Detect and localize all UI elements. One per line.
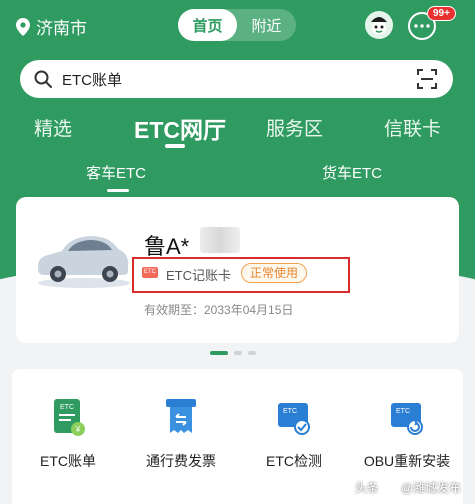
- tab-service-area[interactable]: 服务区: [266, 114, 323, 141]
- home-nearby-toggle: 首页 附近: [178, 9, 296, 41]
- service-label: OBU重新安装: [363, 453, 451, 469]
- tab-passenger-etc[interactable]: 客车ETC: [86, 162, 146, 183]
- service-obu-reinstall[interactable]: ETC OBU重新安装: [351, 397, 463, 471]
- plate-redaction: [200, 227, 240, 253]
- search-text: ETC账单: [62, 71, 123, 89]
- toll-invoice-icon: [166, 399, 196, 433]
- search-icon: [34, 70, 52, 88]
- location-pin-icon: [16, 17, 30, 36]
- status-badge: 正常使用: [241, 263, 308, 283]
- watermark-prefix: 头条: [354, 481, 379, 495]
- scan-icon[interactable]: [417, 69, 437, 89]
- etc-check-icon: ETC: [278, 403, 310, 435]
- vehicle-card[interactable]: 鲁A* ETC ETC记账卡 正常使用 有效期至：2033年04月15日: [16, 197, 459, 343]
- card-type: ETC记账卡: [166, 268, 232, 283]
- watermark: 头条 @潍城发布: [355, 479, 461, 496]
- obu-reinstall-icon: ETC: [391, 403, 423, 435]
- location-label: 济南市: [36, 19, 87, 38]
- svg-text:¥: ¥: [75, 425, 81, 434]
- svg-text:ETC: ETC: [396, 408, 410, 415]
- tab-featured[interactable]: 精选: [34, 114, 72, 141]
- main-tabs: 精选 ETC网厅 服务区 信联卡: [0, 108, 475, 148]
- carousel-pager: [210, 351, 262, 355]
- service-label: ETC账单: [40, 453, 96, 469]
- segment-home[interactable]: 首页: [178, 9, 237, 41]
- pager-dot: [248, 351, 256, 355]
- pager-dot-active: [210, 351, 228, 355]
- search-bar[interactable]: ETC账单: [20, 60, 453, 98]
- tab-truck-etc[interactable]: 货车ETC: [322, 162, 382, 183]
- service-label: ETC检测: [266, 453, 322, 469]
- watermark-author: @潍城发布: [400, 481, 461, 495]
- message-count-badge: 99+: [427, 6, 456, 21]
- watermark-logo-icon: [381, 479, 398, 496]
- etc-card-icon: ETC: [142, 267, 158, 278]
- service-etc-bill[interactable]: ETC ¥ ETC账单: [12, 397, 124, 471]
- car-icon: [38, 236, 130, 288]
- mascot-avatar-icon[interactable]: [364, 10, 394, 40]
- location-selector[interactable]: 济南市: [16, 14, 87, 39]
- tab-indicator: [165, 144, 185, 148]
- pager-dot: [234, 351, 242, 355]
- expiry-date: 有效期至：2033年04月15日: [144, 303, 294, 317]
- tab-xinlian-card[interactable]: 信联卡: [384, 114, 441, 141]
- vehicle-type-tabs: 客车ETC 货车ETC: [0, 162, 475, 186]
- subtab-indicator: [107, 189, 129, 192]
- svg-text:ETC: ETC: [60, 404, 74, 411]
- service-label: 通行费发票: [146, 453, 216, 469]
- tab-etc-hall[interactable]: ETC网厅: [134, 111, 226, 145]
- service-etc-check[interactable]: ETC ETC检测: [238, 397, 350, 471]
- top-bar: 济南市 首页 附近 99+: [0, 0, 475, 52]
- etc-bill-icon: ETC ¥: [54, 399, 85, 436]
- service-toll-invoice[interactable]: 通行费发票: [125, 397, 237, 471]
- segment-nearby[interactable]: 附近: [237, 9, 296, 41]
- svg-text:ETC: ETC: [283, 408, 297, 415]
